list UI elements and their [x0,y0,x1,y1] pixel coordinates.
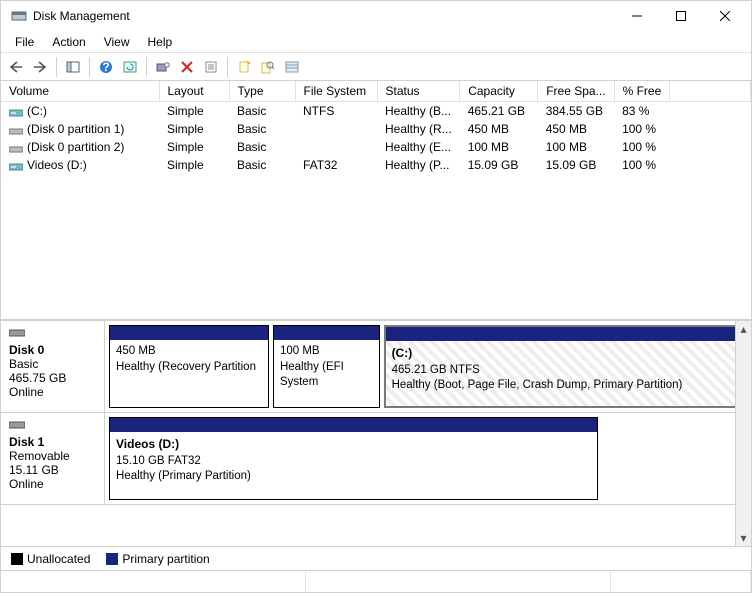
list-view-button[interactable] [281,56,303,78]
disk-graph-pane[interactable]: Disk 0Basic465.75 GBOnline450 MBHealthy … [1,321,751,546]
partition[interactable]: Videos (D:)15.10 GB FAT32Healthy (Primar… [109,417,598,500]
help-button[interactable]: ? [95,56,117,78]
volume-icon [9,161,23,171]
disk-label[interactable]: Disk 0Basic465.75 GBOnline [1,321,105,412]
col-free[interactable]: Free Spa... [538,81,614,102]
table-row[interactable]: (Disk 0 partition 2)SimpleBasicHealthy (… [1,138,751,156]
menubar: File Action View Help [1,31,751,53]
col-fs[interactable]: File System [295,81,377,102]
partition[interactable]: 450 MBHealthy (Recovery Partition [109,325,269,408]
titlebar: Disk Management [1,1,751,31]
disk-label[interactable]: Disk 1Removable15.11 GBOnline [1,413,105,504]
menu-action[interactable]: Action [44,33,93,51]
menu-view[interactable]: View [96,33,138,51]
maximize-button[interactable] [659,1,703,31]
scroll-down-button[interactable]: ▾ [736,530,751,546]
statusbar [1,570,751,592]
table-row[interactable]: Videos (D:)SimpleBasicFAT32Healthy (P...… [1,156,751,174]
refresh-button[interactable] [119,56,141,78]
volume-icon [9,125,23,135]
col-volume[interactable]: Volume [1,81,159,102]
new-button[interactable] [233,56,255,78]
show-hide-console-button[interactable] [62,56,84,78]
delete-button[interactable] [176,56,198,78]
volume-list[interactable]: Volume Layout Type File System Status Ca… [1,81,751,321]
partition-header-bar [274,326,379,340]
volume-icon [9,143,23,153]
minimize-button[interactable] [615,1,659,31]
col-spacer [670,81,751,102]
partition[interactable]: 100 MBHealthy (EFI System [273,325,380,408]
app-icon [11,8,27,24]
menu-file[interactable]: File [7,33,42,51]
disk-icon [9,419,25,433]
table-row[interactable]: (C:)SimpleBasicNTFSHealthy (B...465.21 G… [1,102,751,121]
partition[interactable]: (C:)465.21 GB NTFSHealthy (Boot, Page Fi… [384,325,739,408]
toolbar-separator [227,57,228,77]
column-headers[interactable]: Volume Layout Type File System Status Ca… [1,81,751,102]
col-cap[interactable]: Capacity [460,81,538,102]
toolbar-separator [56,57,57,77]
partition-header-bar [386,327,737,341]
legend: Unallocated Primary partition [1,546,751,570]
properties-button[interactable] [200,56,222,78]
disk-row: Disk 0Basic465.75 GBOnline450 MBHealthy … [1,321,735,413]
scrollbar[interactable]: ▴ ▾ [735,321,751,546]
svg-text:?: ? [102,60,109,74]
volume-icon [9,107,23,117]
col-status[interactable]: Status [377,81,460,102]
col-type[interactable]: Type [229,81,295,102]
col-pct[interactable]: % Free [614,81,670,102]
partition-header-bar [110,326,268,340]
menu-help[interactable]: Help [140,33,181,51]
table-row[interactable]: (Disk 0 partition 1)SimpleBasicHealthy (… [1,120,751,138]
forward-button[interactable] [29,56,51,78]
settings-button[interactable] [152,56,174,78]
partition-header-bar [110,418,597,432]
legend-unallocated: Unallocated [11,552,90,566]
toolbar: ? [1,53,751,81]
col-layout[interactable]: Layout [159,81,229,102]
disk-row: Disk 1Removable15.11 GBOnlineVideos (D:)… [1,413,735,505]
toolbar-separator [146,57,147,77]
toolbar-separator [89,57,90,77]
legend-primary: Primary partition [106,552,209,566]
disk-icon [9,327,25,341]
find-button[interactable] [257,56,279,78]
close-button[interactable] [703,1,747,31]
back-button[interactable] [5,56,27,78]
scroll-up-button[interactable]: ▴ [736,321,751,337]
window-title: Disk Management [33,9,615,23]
